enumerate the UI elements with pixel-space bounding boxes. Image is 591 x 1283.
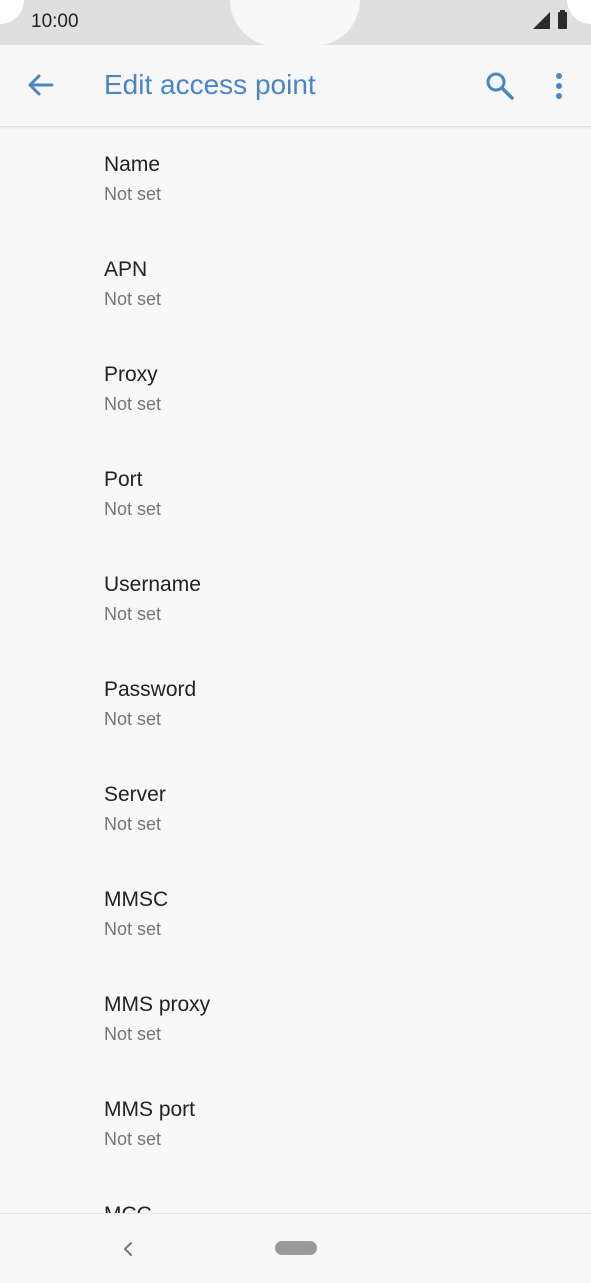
camera-notch [230,0,360,46]
setting-row-mms-port[interactable]: MMS port Not set [0,1072,591,1177]
setting-title: MCC [104,1203,152,1213]
screen-corner [567,0,591,24]
more-vert-icon [556,73,562,99]
navigation-bar [0,1213,591,1283]
setting-value: Not set [104,919,162,939]
status-bar: 10:00 [0,0,591,46]
nav-back-button[interactable] [118,1238,138,1260]
setting-row-mmsc[interactable]: MMSC Not set [0,862,591,967]
setting-title: APN [104,258,148,281]
setting-title: MMS proxy [104,993,211,1016]
more-options-button[interactable] [545,67,573,103]
setting-value: Not set [104,394,162,414]
setting-title: Username [104,573,201,596]
setting-value: Not set [104,814,162,834]
setting-row-server[interactable]: Server Not set [0,757,591,862]
setting-title: MMS port [104,1098,196,1121]
app-bar: Edit access point [0,45,591,127]
page-title: Edit access point [104,69,316,100]
setting-value: Not set [104,1024,162,1044]
setting-row-port[interactable]: Port Not set [0,442,591,547]
chevron-left-icon [124,1242,132,1256]
arrow-back-icon [28,74,54,96]
setting-row-apn[interactable]: APN Not set [0,232,591,337]
back-button[interactable] [22,67,58,103]
battery-icon [558,10,567,29]
setting-row-username[interactable]: Username Not set [0,547,591,652]
status-time: 10:00 [31,11,79,32]
signal-icon [533,12,550,29]
setting-value: Not set [104,184,162,204]
setting-row-proxy[interactable]: Proxy Not set [0,337,591,442]
setting-row-mms-proxy[interactable]: MMS proxy Not set [0,967,591,1072]
setting-value: Not set [104,709,162,729]
search-icon [486,72,514,100]
setting-row-name[interactable]: Name Not set [0,127,591,232]
setting-title: Server [104,783,166,806]
setting-value: Not set [104,499,162,519]
setting-value: Not set [104,604,162,624]
setting-value: Not set [104,1129,162,1149]
setting-title: MMSC [104,888,169,911]
setting-title: Port [104,468,143,491]
home-pill-button[interactable] [275,1241,317,1255]
setting-title: Password [104,678,197,701]
search-button[interactable] [482,68,518,104]
setting-row-password[interactable]: Password Not set [0,652,591,757]
screen-corner [0,0,24,24]
setting-row-mcc[interactable]: MCC [0,1177,591,1213]
setting-title: Proxy [104,363,158,386]
setting-value: Not set [104,289,162,309]
status-icons [533,10,567,29]
setting-title: Name [104,153,161,176]
settings-list: Name Not set APN Not set Proxy Not set P… [0,127,591,1213]
